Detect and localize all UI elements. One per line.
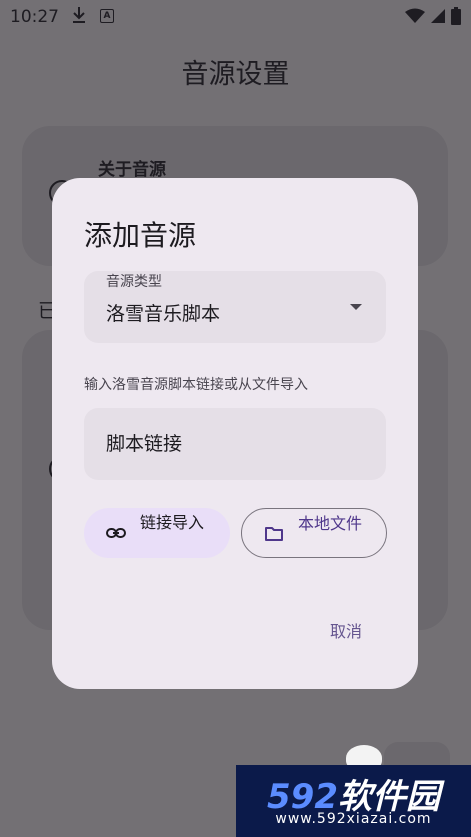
add-source-dialog: 添加音源 音源类型 洛雪音乐脚本 输入洛雪音源脚本链接或从文件导入 链接导入 本… xyxy=(52,178,418,689)
local-file-button[interactable]: 本地文件 xyxy=(241,508,387,558)
cancel-button[interactable]: 取消 xyxy=(330,618,362,642)
link-icon xyxy=(106,528,126,538)
script-link-input[interactable] xyxy=(84,408,386,480)
source-type-value: 洛雪音乐脚本 xyxy=(106,303,221,325)
page-title: 音源设置 xyxy=(181,59,290,90)
local-file-label: 本地文件 xyxy=(298,514,363,533)
status-time: 10:27 xyxy=(10,7,59,27)
link-import-label: 链接导入 xyxy=(140,513,205,532)
signal-icon xyxy=(431,9,445,23)
status-bar: 10:27 A xyxy=(0,0,471,32)
dropdown-arrow-icon xyxy=(350,304,362,310)
source-type-label: 音源类型 xyxy=(106,274,162,290)
import-hint: 输入洛雪音源脚本链接或从文件导入 xyxy=(84,377,308,393)
download-icon xyxy=(73,7,85,23)
wifi-icon xyxy=(405,8,425,23)
status-right xyxy=(405,7,461,25)
folder-icon xyxy=(265,527,283,541)
watermark-url: www.592xiazai.com xyxy=(275,811,432,827)
watermark: 592软件园 www.592xiazai.com xyxy=(236,765,471,837)
dialog-title: 添加音源 xyxy=(84,219,197,252)
about-label: 关于音源 xyxy=(98,160,166,180)
battery-icon xyxy=(451,7,461,25)
a-badge-icon: A xyxy=(100,9,114,23)
source-type-select[interactable]: 音源类型 洛雪音乐脚本 xyxy=(84,271,386,343)
link-import-button[interactable]: 链接导入 xyxy=(84,508,230,558)
